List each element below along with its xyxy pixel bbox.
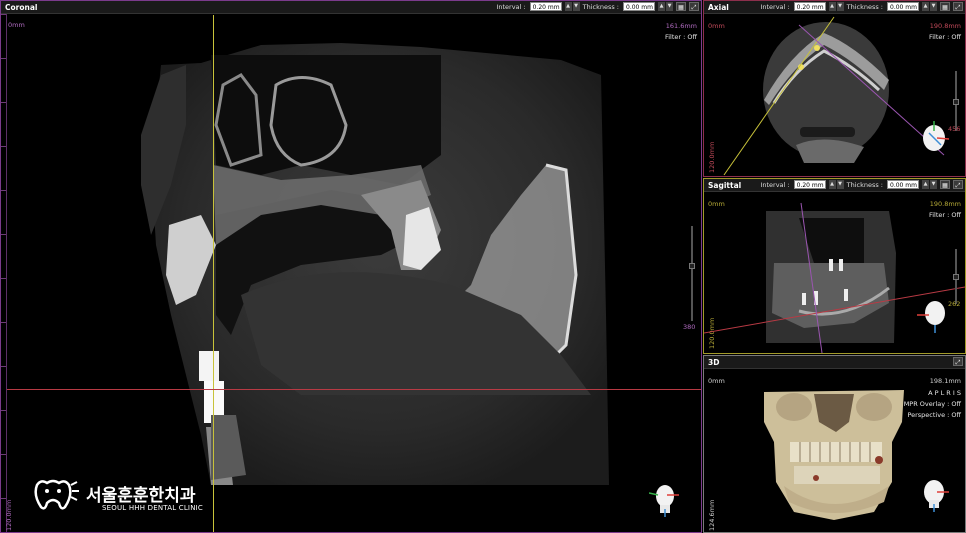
panel-title: Coronal bbox=[5, 2, 38, 12]
tooth-logo-icon bbox=[34, 479, 79, 510]
head-orientation-icon bbox=[649, 485, 679, 517]
3d-skull-render[interactable] bbox=[754, 382, 914, 522]
slice-slider-knob[interactable] bbox=[953, 274, 959, 280]
interval-label: Interval : bbox=[496, 2, 526, 11]
thickness-stepper[interactable]: ▲ ▼ bbox=[922, 2, 937, 11]
interval-field[interactable]: 0.20 mm bbox=[793, 180, 826, 189]
head-orientation-icon bbox=[924, 480, 949, 512]
interval-field[interactable]: 0.20 mm bbox=[793, 2, 826, 11]
maximize-icon[interactable]: ⤢ bbox=[953, 2, 963, 11]
logo-english-text: SEOUL HHH DENTAL CLINIC bbox=[102, 504, 203, 512]
slice-number: 456 bbox=[948, 125, 961, 133]
interval-stepper[interactable]: ▲ ▼ bbox=[828, 2, 844, 11]
sagittal-panel[interactable]: Sagittal Interval : 0.20 mm ▲ ▼ Thickness… bbox=[703, 178, 966, 354]
grid-icon[interactable]: ▦ bbox=[940, 2, 950, 11]
clinic-logo: 서울훈훈한치과 SEOUL HHH DENTAL CLINIC bbox=[31, 477, 231, 517]
coronal-controls: Interval : 0.20 mm ▲ ▼ Thickness : 0.00 m… bbox=[496, 2, 699, 11]
axial-panel[interactable]: Axial Interval : 0.20 mm ▲ ▼ Thickness : … bbox=[703, 0, 966, 177]
bottom-left-mm: 124.6mm bbox=[708, 499, 716, 531]
vertical-crosshair[interactable] bbox=[213, 15, 214, 532]
slice-slider-knob[interactable] bbox=[953, 99, 959, 105]
panel-title: Axial bbox=[708, 2, 729, 12]
horizontal-crosshair[interactable] bbox=[7, 389, 701, 390]
interval-stepper[interactable]: ▲ ▼ bbox=[828, 180, 844, 189]
slice-slider-knob[interactable] bbox=[689, 263, 695, 269]
slice-number: 380 bbox=[683, 323, 696, 331]
3d-titlebar: 3D ⤢ bbox=[704, 356, 965, 369]
grid-icon[interactable]: ▦ bbox=[940, 180, 950, 189]
axial-controls: Interval : 0.20 mm ▲ ▼ Thickness : 0.00 m… bbox=[760, 2, 963, 11]
axial-titlebar: Axial Interval : 0.20 mm ▲ ▼ Thickness : … bbox=[704, 1, 965, 14]
thickness-field[interactable]: 0.00 mm bbox=[887, 2, 919, 11]
head-orientation-icon bbox=[917, 301, 945, 333]
interval-field[interactable]: 0.20 mm bbox=[529, 2, 562, 11]
maximize-icon[interactable]: ⤢ bbox=[689, 2, 699, 11]
coronal-ct-image[interactable] bbox=[1, 15, 701, 533]
thickness-stepper[interactable]: ▲ ▼ bbox=[922, 180, 937, 189]
top-right-mm: 198.1mm bbox=[929, 377, 961, 385]
interval-label: Interval : bbox=[760, 180, 790, 189]
coronal-panel[interactable]: Coronal Interval : 0.20 mm ▲ ▼ Thickness … bbox=[0, 0, 702, 533]
grid-icon[interactable]: ▦ bbox=[676, 2, 686, 11]
sagittal-controls: Interval : 0.20 mm ▲ ▼ Thickness : 0.00 m… bbox=[760, 180, 963, 189]
top-left-mm: 0mm bbox=[708, 377, 725, 385]
thickness-stepper[interactable]: ▲ ▼ bbox=[658, 2, 673, 11]
slice-slider-track[interactable] bbox=[691, 226, 693, 321]
head-orientation-icon bbox=[923, 121, 949, 151]
coronal-titlebar: Coronal Interval : 0.20 mm ▲ ▼ Thickness … bbox=[1, 1, 701, 14]
thickness-field[interactable]: 0.00 mm bbox=[623, 2, 655, 11]
3d-controls: ⤢ bbox=[953, 357, 963, 366]
interval-label: Interval : bbox=[760, 2, 790, 11]
slice-number: 262 bbox=[948, 300, 961, 308]
panel-title: Sagittal bbox=[708, 180, 742, 190]
interval-stepper[interactable]: ▲ ▼ bbox=[564, 2, 580, 11]
maximize-icon[interactable]: ⤢ bbox=[953, 180, 963, 189]
panel-title: 3D bbox=[708, 357, 720, 367]
thickness-label: Thickness : bbox=[846, 180, 883, 189]
thickness-label: Thickness : bbox=[582, 2, 619, 11]
maximize-icon[interactable]: ⤢ bbox=[953, 357, 963, 366]
sagittal-titlebar: Sagittal Interval : 0.20 mm ▲ ▼ Thickness… bbox=[704, 179, 965, 192]
thickness-field[interactable]: 0.00 mm bbox=[887, 180, 919, 189]
3d-panel[interactable]: 3D ⤢ 0mm 198.1mm 124.6mm A P L R I S MPR… bbox=[703, 355, 966, 533]
thickness-label: Thickness : bbox=[846, 2, 883, 11]
logo-korean-text: 서울훈훈한치과 bbox=[86, 486, 196, 506]
